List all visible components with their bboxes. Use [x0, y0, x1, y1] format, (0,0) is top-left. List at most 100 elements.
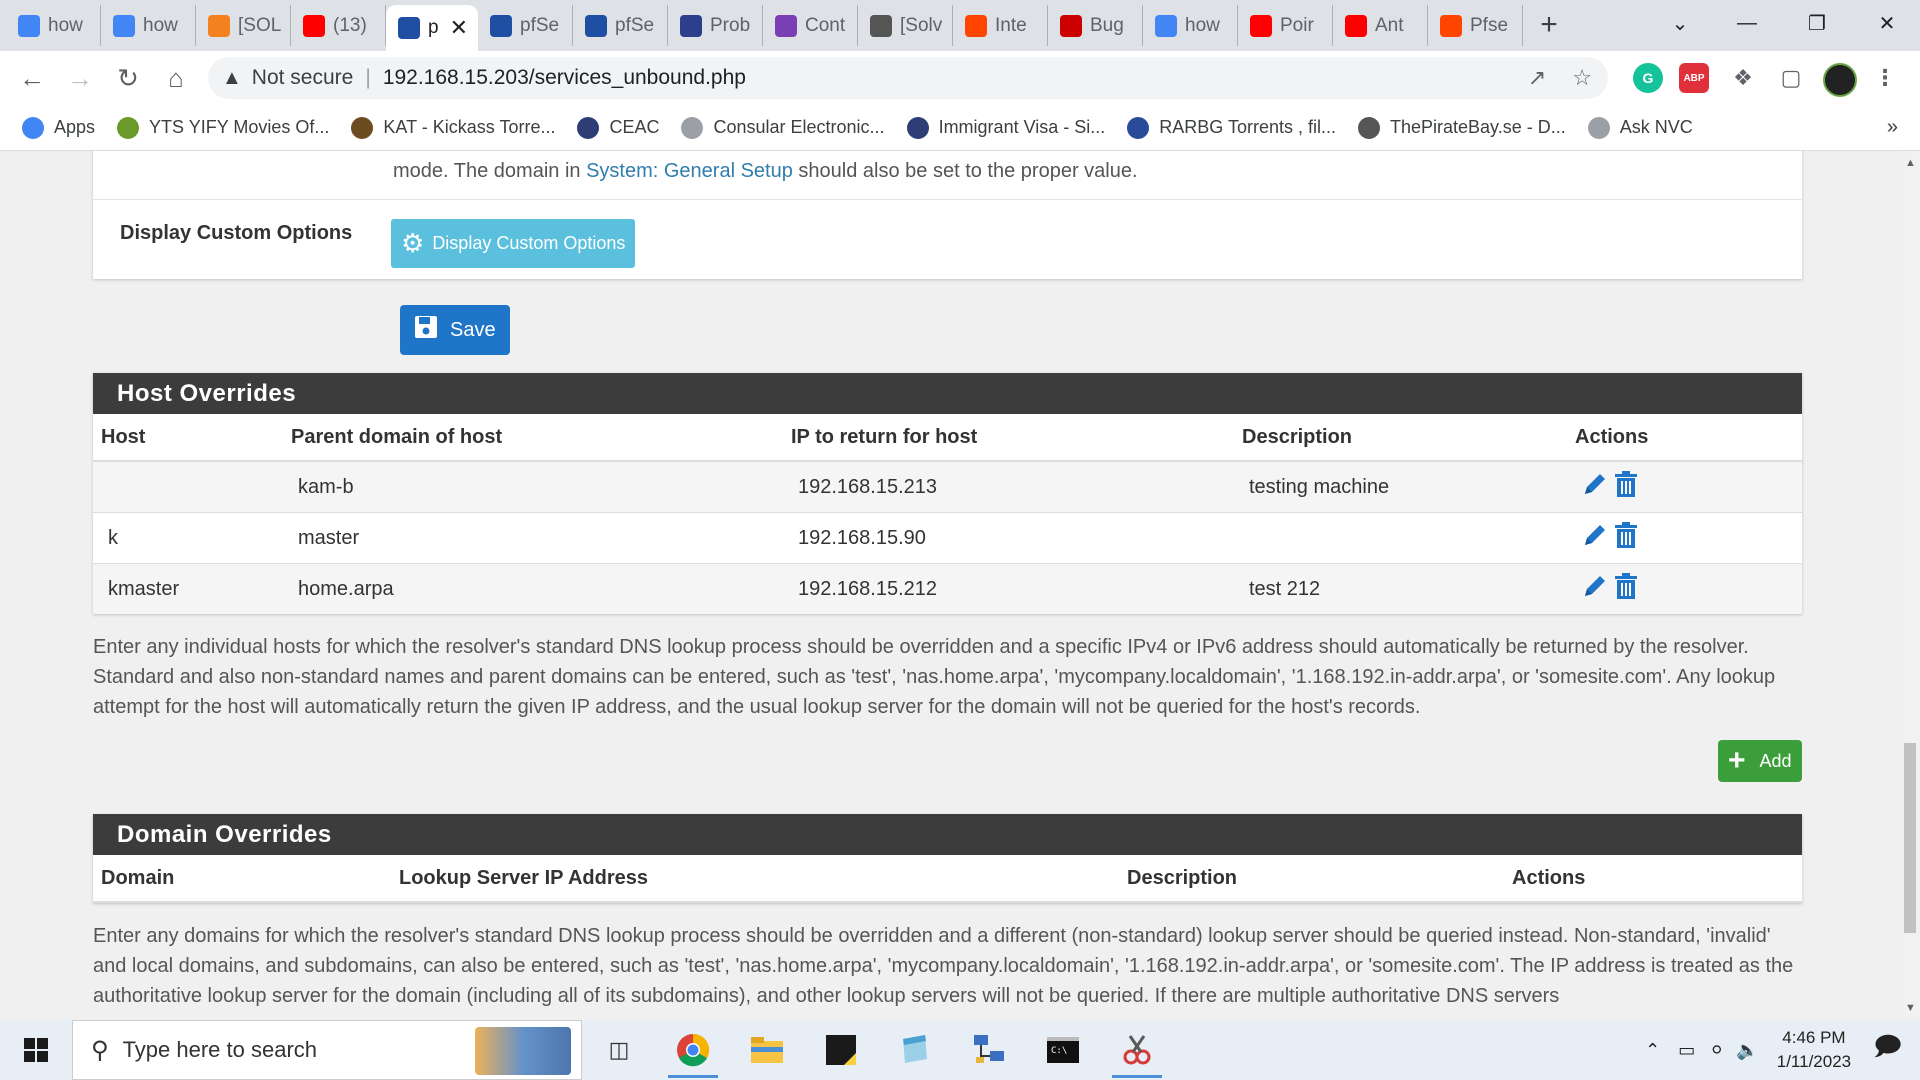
warning-icon[interactable]: ▲	[222, 67, 242, 90]
browser-tab[interactable]: Prob	[668, 5, 763, 46]
browser-tab[interactable]: (13)	[291, 5, 386, 46]
edit-pencil-icon[interactable]	[1582, 471, 1608, 503]
scroll-down-arrow-icon[interactable]: ▼	[1905, 1002, 1916, 1014]
browser-tab[interactable]: how	[101, 5, 196, 46]
cell-ip: 192.168.15.213	[783, 460, 1234, 513]
column-header[interactable]: Lookup Server IP Address	[391, 855, 1119, 903]
bookmark-star-icon[interactable]: ☆	[1572, 65, 1592, 91]
task-view-icon[interactable]: ◫	[582, 1020, 656, 1080]
bookmark-item[interactable]: YTS YIFY Movies Of...	[117, 116, 330, 139]
sticky-notes-icon[interactable]	[804, 1020, 878, 1080]
scrollbar-thumb[interactable]	[1904, 743, 1916, 933]
help-text-start: mode. The domain in	[393, 160, 587, 182]
loading-icon	[1587, 116, 1610, 139]
adblock-icon[interactable]: ABP	[1679, 63, 1709, 93]
bookmark-item[interactable]: Apps	[22, 116, 95, 139]
browser-tab[interactable]: how	[6, 5, 101, 46]
cell-domain: home.arpa	[283, 563, 783, 614]
purple-icon	[775, 14, 797, 37]
column-header[interactable]: Parent domain of host	[283, 414, 783, 462]
browser-tab[interactable]: Inte	[953, 5, 1048, 46]
column-header[interactable]: Domain	[93, 855, 391, 903]
scroll-up-arrow-icon[interactable]: ▲	[1905, 157, 1916, 169]
add-host-override-button[interactable]: + Add	[1718, 740, 1802, 782]
bookmark-item[interactable]: Ask NVC	[1587, 116, 1693, 139]
display-custom-options-button[interactable]: ⚙ Display Custom Options	[391, 219, 636, 268]
bookmark-label: YTS YIFY Movies Of...	[149, 117, 330, 137]
home-icon[interactable]: ⌂	[152, 54, 200, 102]
notepad-icon[interactable]	[878, 1020, 952, 1080]
security-label[interactable]: Not secure	[252, 66, 354, 90]
save-button[interactable]: Save	[400, 305, 510, 355]
delete-trash-icon[interactable]	[1614, 522, 1638, 554]
back-icon[interactable]: ←	[8, 54, 56, 102]
chrome-taskbar-icon[interactable]	[656, 1020, 730, 1080]
command-prompt-icon[interactable]: C:\	[1026, 1020, 1100, 1080]
column-header: Actions	[1504, 855, 1802, 903]
page-scrollbar[interactable]: ▲ ▼	[1900, 151, 1920, 1020]
snipping-tool-icon[interactable]	[1100, 1020, 1174, 1080]
new-tab-icon[interactable]: +	[1529, 5, 1569, 45]
delete-trash-icon[interactable]	[1614, 471, 1638, 503]
show-hidden-icons-chevron-icon[interactable]: ⌃	[1645, 1040, 1660, 1061]
browser-tab[interactable]: pfSe	[478, 5, 573, 46]
column-header[interactable]: Host	[93, 414, 283, 462]
close-tab-icon[interactable]: ✕	[450, 15, 468, 41]
url-text[interactable]: 192.168.15.203/services_unbound.php	[383, 66, 746, 90]
network-connections-icon[interactable]	[952, 1020, 1026, 1080]
grammarly-icon[interactable]: G	[1633, 63, 1663, 93]
browser-tab[interactable]: how	[1143, 5, 1238, 46]
bookmarks-bar: Apps YTS YIFY Movies Of... KAT - Kickass T…	[0, 105, 1920, 151]
browser-tab[interactable]: Bug	[1048, 5, 1143, 46]
help-text-end: should also be set to the proper value.	[792, 160, 1138, 182]
column-header[interactable]: IP to return for host	[783, 414, 1234, 462]
volume-icon[interactable]: 🔈	[1736, 1040, 1758, 1061]
browser-tab[interactable]: p ✕	[386, 5, 478, 51]
browser-tab[interactable]: [Solv	[858, 5, 953, 46]
wifi-icon[interactable]: ⚪	[1709, 1040, 1724, 1061]
taskbar-search-box[interactable]: ⚲ Type here to search	[72, 1020, 582, 1080]
profile-avatar[interactable]	[1823, 63, 1857, 97]
windows-start-icon[interactable]	[0, 1020, 72, 1080]
browser-tab[interactable]: pfSe	[573, 5, 668, 46]
cell-description: testing machine	[1234, 460, 1567, 513]
bookmark-item[interactable]: Immigrant Visa - Si...	[906, 116, 1106, 139]
file-explorer-icon[interactable]	[730, 1020, 804, 1080]
table-row: k master 192.168.15.90	[93, 512, 1802, 564]
battery-icon[interactable]: ▭	[1678, 1040, 1695, 1061]
bookmark-item[interactable]: Consular Electronic...	[681, 116, 885, 139]
bookmark-item[interactable]: CEAC	[577, 116, 659, 139]
tab-title: Ant	[1375, 14, 1404, 36]
notifications-icon[interactable]: 🗩	[1873, 1028, 1902, 1072]
column-header[interactable]: Description	[1119, 855, 1504, 903]
delete-trash-icon[interactable]	[1614, 573, 1638, 605]
browser-tab[interactable]: Poir	[1238, 5, 1333, 46]
more-bookmarks-icon[interactable]: »	[1887, 116, 1898, 139]
bookmark-label: Immigrant Visa - Si...	[938, 117, 1106, 137]
menu-kebab-icon[interactable]: ⋮	[1870, 63, 1900, 93]
tab-title: pfSe	[615, 14, 655, 36]
taskbar-clock[interactable]: 4:46 PM 1/11/2023	[1777, 1026, 1851, 1074]
forward-icon[interactable]: →	[56, 54, 104, 102]
edit-pencil-icon[interactable]	[1582, 573, 1608, 605]
browser-tab[interactable]: Ant	[1333, 5, 1428, 46]
edit-pencil-icon[interactable]	[1582, 522, 1608, 554]
extensions-puzzle-icon[interactable]: ❖	[1728, 63, 1758, 93]
bookmark-item[interactable]: KAT - Kickass Torre...	[351, 116, 555, 139]
tab-search-icon[interactable]: ⌄	[1645, 0, 1715, 46]
general-setup-link[interactable]: System: General Setup	[586, 160, 793, 182]
side-panel-icon[interactable]: ▢	[1776, 63, 1806, 93]
browser-tab[interactable]: Cont	[763, 5, 858, 46]
address-bar[interactable]: ▲ Not secure | 192.168.15.203/services_u…	[208, 57, 1608, 99]
bookmark-item[interactable]: RARBG Torrents , fil...	[1127, 116, 1336, 139]
share-icon[interactable]: ↗	[1528, 65, 1546, 91]
bookmark-item[interactable]: ThePirateBay.se - D...	[1358, 116, 1566, 139]
browser-tab[interactable]: [SOL	[196, 5, 291, 46]
restore-icon[interactable]: ❐	[1782, 0, 1852, 46]
browser-tab[interactable]: Pfse	[1428, 5, 1523, 46]
minimize-icon[interactable]: —	[1712, 0, 1782, 46]
reload-icon[interactable]: ↻	[104, 54, 152, 102]
close-window-icon[interactable]: ✕	[1852, 0, 1920, 46]
bookmark-label: ThePirateBay.se - D...	[1390, 117, 1566, 137]
column-header[interactable]: Description	[1234, 414, 1567, 462]
